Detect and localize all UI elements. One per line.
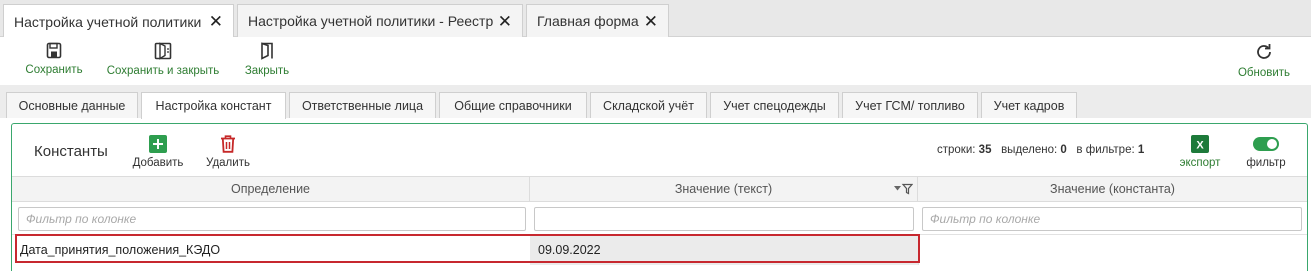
tab-workwear[interactable]: Учет спецодежды [710,92,839,118]
save-label: Сохранить [25,64,83,76]
rows-label: строки: [937,144,976,156]
tab-personnel[interactable]: Учет кадров [981,92,1077,118]
cell-definition[interactable]: Дата_принятия_положения_КЭДО [12,235,530,265]
selected-label: выделено: [1001,144,1058,156]
sort-filter-icon[interactable] [893,183,913,195]
column-label: Значение (константа) [1050,182,1175,196]
close-icon[interactable]: ✕ [498,13,512,30]
refresh-icon [1257,44,1271,59]
tab-responsible-persons[interactable]: Ответственные лица [289,92,436,118]
filter-input-value-constant[interactable] [922,207,1302,231]
tab-label: Ответственные лица [301,98,424,113]
column-label: Значение (текст) [674,182,773,196]
document-tab-bar: Настройка учетной политики ✕ Настройка у… [0,0,1311,38]
filtered-count: 1 [1137,144,1145,156]
column-header-value-constant[interactable]: Значение (константа) [918,177,1307,201]
tab-label: Основные данные [18,98,126,113]
delete-button[interactable]: Удалить [200,134,256,169]
cell-value-constant[interactable] [918,235,1307,265]
close-icon[interactable]: ✕ [644,13,658,30]
toggle-on-icon [1253,137,1279,151]
tab-label: Учет ГСМ/ топливо [855,98,965,113]
panel-header: Константы Добавить Удалить строки: 35 вы… [12,124,1307,176]
doc-tab-accounting-policy[interactable]: Настройка учетной политики ✕ [3,4,234,38]
refresh-label: Обновить [1237,67,1291,79]
tab-common-directories[interactable]: Общие справочники [439,92,587,118]
grid-stats: строки: 35 выделено: 0 в фильтре: 1 [937,144,1144,156]
filter-toggle[interactable]: фильтр [1240,134,1292,169]
doc-tab-accounting-policy-registry[interactable]: Настройка учетной политики - Реестр ✕ [237,4,523,37]
doc-tab-label: Настройка учетной политики - Реестр [248,13,494,29]
tab-warehouse[interactable]: Складской учёт [590,92,707,118]
close-button[interactable]: Закрыть [240,37,294,77]
tab-label: Учет кадров [993,98,1065,113]
tab-label: Настройка констант [155,99,272,113]
toolbar: Сохранить Сохранить и закрыть Закрыть Об… [0,37,1311,85]
tab-label: Учет спецодежды [723,98,826,113]
filter-toggle-label: фильтр [1246,157,1286,169]
save-icon [46,42,62,59]
refresh-button[interactable]: Обновить [1233,37,1295,79]
export-label: экспорт [1179,157,1221,169]
doc-tab-main-form[interactable]: Главная форма ✕ [526,4,669,37]
export-button[interactable]: X экспорт [1176,134,1224,169]
save-and-close-label: Сохранить и закрыть [106,65,220,77]
add-button[interactable]: Добавить [126,134,190,169]
doc-tab-label: Главная форма [537,13,639,29]
column-label: Определение [230,182,311,196]
selected-count: 0 [1060,144,1067,156]
table-row[interactable]: Дата_принятия_положения_КЭДО 09.09.2022 [12,235,1307,265]
svg-text:X: X [1196,140,1204,152]
filter-input-definition[interactable] [18,207,526,231]
save-and-close-icon [154,42,172,60]
doc-tab-label: Настройка учетной политики [14,13,202,30]
column-header-value-text[interactable]: Значение (текст) [530,177,918,201]
filtered-label: в фильтре: [1076,144,1135,156]
delete-label: Удалить [206,157,250,169]
save-and-close-button[interactable]: Сохранить и закрыть [102,37,224,77]
cell-value-text[interactable]: 09.09.2022 [530,235,918,265]
filter-input-value-text[interactable] [534,207,914,231]
save-button[interactable]: Сохранить [24,37,84,76]
section-tab-bar: Основные данные Настройка констант Ответ… [0,85,1311,119]
tab-main-data[interactable]: Основные данные [6,92,138,118]
door-icon [261,42,273,60]
panel-title: Константы [34,143,108,160]
excel-icon: X [1191,135,1209,153]
add-label: Добавить [132,157,184,169]
tab-constants-settings[interactable]: Настройка констант [141,92,286,119]
tab-label: Складской учёт [603,98,694,113]
close-icon[interactable]: ✕ [209,13,223,30]
close-label: Закрыть [244,65,290,77]
constants-panel: Константы Добавить Удалить строки: 35 вы… [11,123,1308,271]
tab-fuel[interactable]: Учет ГСМ/ топливо [842,92,978,118]
plus-icon [149,135,167,153]
grid-header: Определение Значение (текст) Значение (к… [12,176,1307,202]
trash-icon [221,135,235,153]
filter-row [12,202,1307,235]
rows-count: 35 [978,144,992,156]
column-header-definition[interactable]: Определение [12,177,530,201]
tab-label: Общие справочники [454,98,572,113]
